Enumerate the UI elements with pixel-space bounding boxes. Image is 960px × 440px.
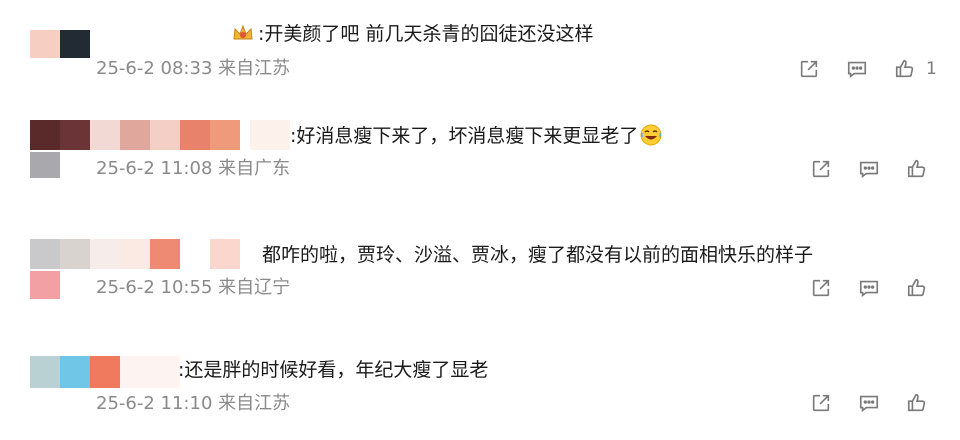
comment-actions: 1	[796, 56, 937, 82]
redacted-username-mosaic	[30, 30, 90, 58]
thumbs-up-icon	[907, 278, 926, 297]
share-icon	[800, 60, 818, 78]
thumbs-up-icon	[907, 393, 926, 412]
share-button[interactable]	[808, 156, 834, 182]
comment-location: 来自江苏	[218, 58, 291, 79]
comment-meta: 25-6-2 11:10 来自江苏	[96, 393, 290, 415]
comment-location: 来自广东	[218, 158, 291, 179]
comment-actions	[808, 275, 930, 301]
comment-button[interactable]	[856, 390, 882, 416]
like-button[interactable]	[904, 275, 930, 301]
crown-badge-icon	[232, 24, 254, 42]
comment-icon	[859, 280, 879, 297]
comment-button[interactable]	[856, 275, 882, 301]
thumbs-up-icon	[895, 59, 914, 78]
like-button[interactable]	[904, 390, 930, 416]
comment-time: 25-6-2 11:08	[96, 158, 213, 179]
share-icon	[812, 394, 830, 412]
comment-actions	[808, 390, 930, 416]
share-button[interactable]	[796, 56, 822, 82]
thumbs-up-icon	[907, 159, 926, 178]
like-button[interactable]	[904, 156, 930, 182]
comment-item: :还是胖的时候好看，年纪大瘦了显老 25-6-2 11:10 来自江苏	[0, 340, 960, 440]
comment-time: 25-6-2 11:10	[96, 393, 213, 414]
share-button[interactable]	[808, 390, 834, 416]
comment-meta: 25-6-2 08:33 来自江苏	[96, 58, 290, 80]
share-icon	[812, 160, 830, 178]
comment-item: 都咋的啦，贾玲、沙溢、贾冰，瘦了都没有以前的面相快乐的样子 25-6-2 10:…	[0, 225, 960, 325]
comment-time: 25-6-2 10:55	[96, 277, 213, 298]
comment-text: :还是胖的时候好看，年纪大瘦了显老	[178, 359, 489, 381]
comment-item: :开美颜了吧 前几天杀青的囧徒还没这样 25-6-2 08:33 来自江苏 1	[0, 0, 960, 100]
share-icon	[812, 279, 830, 297]
comment-text: :开美颜了吧 前几天杀青的囧徒还没这样	[232, 22, 593, 46]
comment-location: 来自江苏	[218, 393, 291, 414]
comment-button[interactable]	[844, 56, 870, 82]
comment-button[interactable]	[856, 156, 882, 182]
share-button[interactable]	[808, 275, 834, 301]
comment-meta: 25-6-2 11:08 来自广东	[96, 158, 290, 180]
comment-text: :好消息瘦下来了，坏消息瘦下来更显老了	[290, 124, 662, 148]
comment-location: 来自辽宁	[218, 277, 291, 298]
comment-icon	[859, 161, 879, 178]
like-count: 1	[926, 59, 937, 79]
laughing-emoji-icon	[640, 124, 662, 146]
comment-text: 都咋的啦，贾玲、沙溢、贾冰，瘦了都没有以前的面相快乐的样子	[262, 244, 814, 266]
redacted-username-mosaic	[30, 356, 180, 388]
like-button[interactable]	[892, 56, 918, 82]
comment-meta: 25-6-2 10:55 来自辽宁	[96, 277, 290, 299]
comment-time: 25-6-2 08:33	[96, 58, 213, 79]
comment-icon	[847, 61, 867, 78]
comment-actions	[808, 156, 930, 182]
comment-icon	[859, 395, 879, 412]
comment-item: :好消息瘦下来了，坏消息瘦下来更显老了 25-6-2 11:08 来自广东	[0, 110, 960, 210]
